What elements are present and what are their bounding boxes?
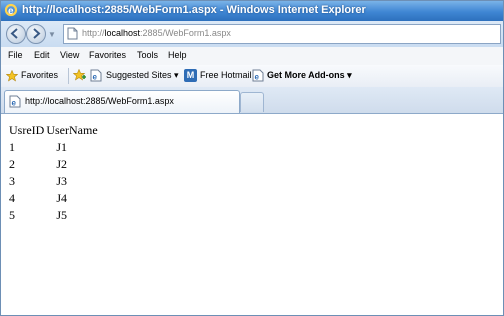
suggested-sites-link[interactable]: Suggested Sites ▾	[106, 70, 179, 81]
cell-userid: 5	[9, 208, 15, 222]
table-row: 4 J4	[9, 191, 100, 208]
cell-username: J1	[56, 140, 67, 154]
menu-view[interactable]: View	[60, 50, 79, 60]
address-host: localhost	[104, 28, 141, 38]
menu-help[interactable]: Help	[168, 50, 187, 60]
table-row: 5 J5	[9, 208, 100, 225]
page-icon: e	[9, 95, 21, 108]
recent-pages-dropdown-icon[interactable]: ▼	[48, 30, 56, 39]
tab-label: http://localhost:2885/WebForm1.aspx	[25, 96, 174, 106]
cell-userid: 2	[9, 157, 15, 171]
grid-header-row: UsreID UserName	[9, 123, 100, 140]
new-tab-button[interactable]	[240, 92, 264, 112]
hotmail-icon: M	[184, 69, 197, 82]
svg-text:e: e	[8, 6, 14, 17]
tab-strip: e http://localhost:2885/WebForm1.aspx	[1, 87, 503, 114]
svg-text:e: e	[12, 99, 17, 108]
forward-button[interactable]	[26, 24, 46, 44]
menu-tools[interactable]: Tools	[137, 50, 158, 60]
back-button[interactable]	[6, 24, 26, 44]
cell-username: J4	[56, 191, 67, 205]
svg-text:e: e	[255, 73, 260, 82]
cell-username: J3	[56, 174, 67, 188]
cell-userid: 3	[9, 174, 15, 188]
address-field[interactable]: http://localhost:2885/WebForm1.aspx	[63, 24, 501, 44]
svg-text:e: e	[93, 73, 98, 82]
cell-userid: 4	[9, 191, 15, 205]
address-text: http://localhost:2885/WebForm1.aspx	[82, 28, 231, 38]
header-userid: UsreID	[9, 123, 45, 137]
get-more-addons-link[interactable]: Get More Add-ons ▾	[267, 70, 352, 81]
header-username: UserName	[46, 123, 98, 137]
table-row: 1 J1	[9, 140, 100, 157]
menu-favorites[interactable]: Favorites	[89, 50, 126, 60]
table-row: 2 J2	[9, 157, 100, 174]
menu-file[interactable]: File	[8, 50, 23, 60]
suggested-sites-icon: e	[90, 69, 102, 82]
browser-window: e http://localhost:2885/WebForm1.aspx - …	[0, 0, 504, 316]
favorites-star-icon[interactable]	[6, 70, 18, 82]
favorites-bar: Favorites e Suggested Sites ▾ M Free Hot…	[1, 65, 503, 88]
address-rest: :2885/WebForm1.aspx	[140, 28, 231, 38]
table-row: 3 J3	[9, 174, 100, 191]
tab-webform1[interactable]: e http://localhost:2885/WebForm1.aspx	[4, 90, 240, 113]
page-icon	[67, 27, 78, 40]
menu-bar: File Edit View Favorites Tools Help	[1, 47, 503, 66]
users-grid: UsreID UserName 1 J1 2 J2 3 J3 4 J4 5 J5	[9, 123, 100, 225]
cell-username: J2	[56, 157, 67, 171]
free-hotmail-link[interactable]: Free Hotmail	[200, 70, 252, 80]
cell-username: J5	[56, 208, 67, 222]
favorites-button[interactable]: Favorites	[21, 70, 58, 80]
title-bar: e http://localhost:2885/WebForm1.aspx - …	[1, 1, 503, 21]
address-toolbar: ▼ http://localhost:2885/WebForm1.aspx	[1, 21, 503, 48]
menu-edit[interactable]: Edit	[34, 50, 50, 60]
page-content: UsreID UserName 1 J1 2 J2 3 J3 4 J4 5 J5	[1, 114, 503, 315]
favorites-separator	[68, 68, 69, 84]
addons-icon: e	[252, 69, 264, 82]
add-to-favorites-icon[interactable]	[73, 69, 86, 82]
window-title: http://localhost:2885/WebForm1.aspx - Wi…	[22, 4, 366, 16]
internet-explorer-icon: e	[4, 3, 18, 17]
back-arrow-icon	[10, 28, 18, 39]
address-prefix: http://	[82, 28, 105, 38]
cell-userid: 1	[9, 140, 15, 154]
forward-arrow-icon	[33, 28, 41, 39]
